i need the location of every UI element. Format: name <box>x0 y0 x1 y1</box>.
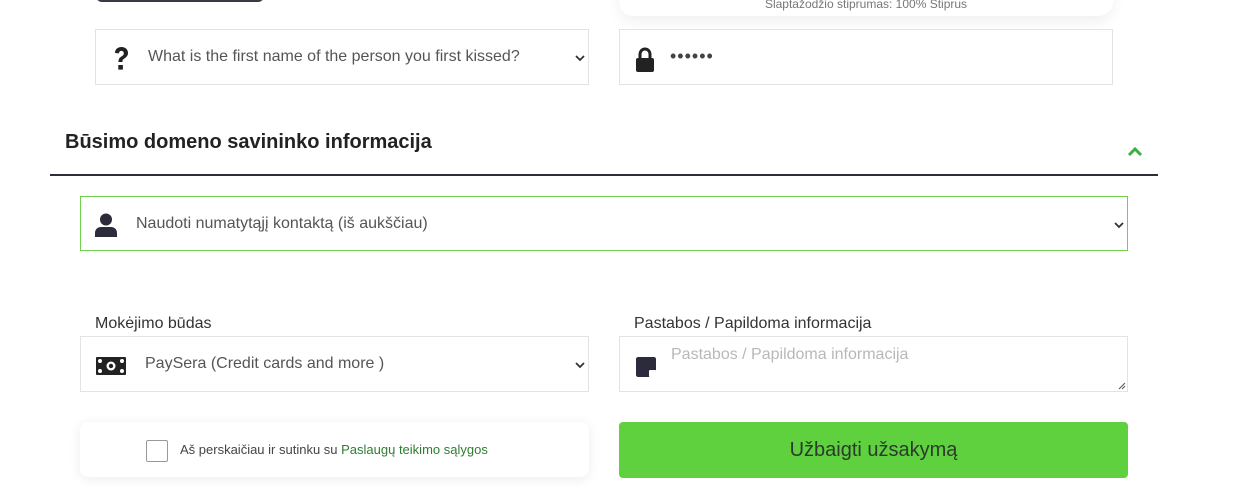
terms-text: Aš perskaičiau ir sutinku su Paslaugų te… <box>180 442 488 457</box>
terms-label: Aš perskaičiau ir sutinku su <box>180 442 342 457</box>
notes-textarea[interactable]: Pastabos / Papildoma informacija <box>619 336 1128 392</box>
payment-label: Mokėjimo būdas <box>95 315 212 332</box>
password-strength-text: Slaptažodžio stiprumas: 100% Stiprus <box>764 0 968 11</box>
payment-select-value: PaySera (Credit cards and more ) <box>145 355 385 372</box>
money-bill-icon <box>95 355 127 377</box>
top-partial-button[interactable] <box>96 0 264 2</box>
contact-select[interactable]: Naudoti numatytąjį kontaktą (iš aukščiau… <box>80 196 1128 251</box>
section-divider <box>50 174 1158 176</box>
terms-link[interactable]: Paslaugų teikimo sąlygos <box>341 442 488 457</box>
question-icon <box>110 45 132 73</box>
notes-placeholder: Pastabos / Papildoma informacija <box>671 346 909 363</box>
chevron-down-icon <box>575 55 585 62</box>
chevron-up-icon[interactable] <box>1126 144 1144 158</box>
security-question-value: What is the first name of the person you… <box>148 48 520 65</box>
chevron-down-icon <box>1114 222 1124 229</box>
contact-select-value: Naudoti numatytąjį kontaktą (iš aukščiau… <box>136 215 428 232</box>
owner-section-title: Būsimo domeno savininko informacija <box>65 131 432 153</box>
terms-checkbox[interactable] <box>146 440 168 462</box>
resize-handle-icon[interactable] <box>1116 380 1126 390</box>
security-answer-input[interactable]: •••••• <box>619 29 1113 85</box>
payment-select[interactable]: PaySera (Credit cards and more ) <box>80 336 589 392</box>
security-question-select[interactable]: What is the first name of the person you… <box>95 29 589 85</box>
lock-icon <box>634 46 656 74</box>
notes-label: Pastabos / Papildoma informacija <box>634 315 872 332</box>
security-answer-value: •••••• <box>670 46 714 66</box>
chevron-down-icon <box>575 362 585 369</box>
submit-order-button[interactable]: Užbaigti užsakymą <box>619 422 1128 478</box>
sticky-note-icon <box>634 355 658 379</box>
user-icon <box>94 212 118 238</box>
